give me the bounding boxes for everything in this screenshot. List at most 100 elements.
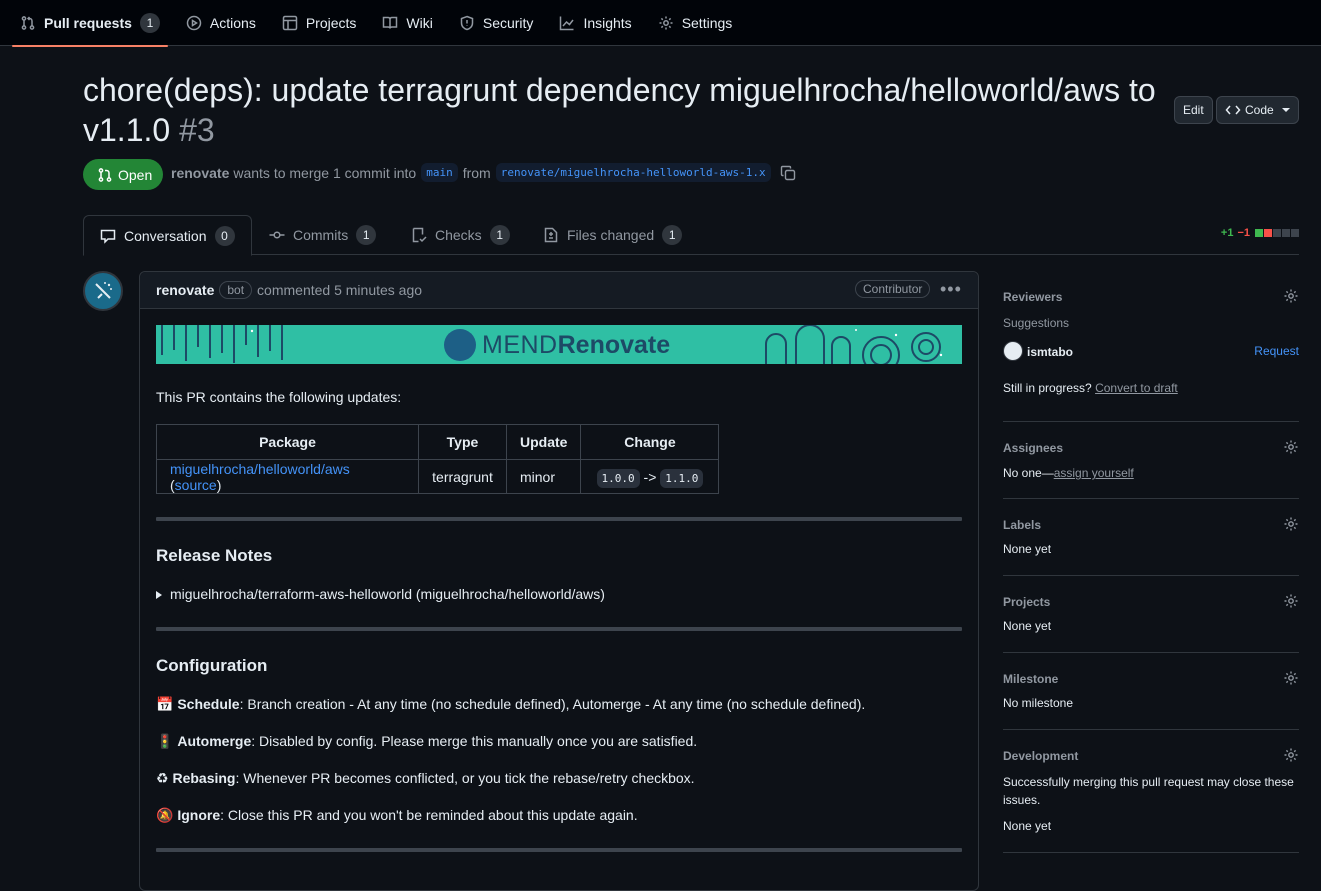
diffstat-removed: −1 — [1237, 227, 1250, 239]
tab-label: Files changed — [567, 227, 655, 243]
sidebar-heading[interactable]: Reviewers — [1003, 290, 1062, 304]
table-header: Package — [156, 424, 419, 460]
milestone-value: No milestone — [1003, 696, 1074, 710]
sidebar-development: Development Successfully merging this pu… — [1003, 747, 1299, 853]
projects-value: None yet — [1003, 619, 1052, 633]
assignees-value: No one—assign yourself — [1003, 466, 1134, 480]
sidebar-heading[interactable]: Projects — [1003, 595, 1050, 609]
code-button-label: Code — [1245, 103, 1274, 117]
repo-nav: Pull requests 1 Actions Projects Wiki Se… — [0, 0, 1321, 47]
gear-icon[interactable] — [1283, 288, 1299, 304]
change-cell: 1.0.0 -> 1.1.0 — [580, 459, 720, 494]
comment-intro: This PR contains the following updates: — [156, 389, 402, 405]
play-icon — [186, 15, 202, 30]
source-link[interactable]: source — [175, 477, 217, 493]
mend-renovate-logo: MEND Renovate — [444, 329, 670, 361]
sidebar-heading[interactable]: Development — [1003, 749, 1078, 763]
sidebar-heading[interactable]: Labels — [1003, 518, 1041, 532]
pr-author[interactable]: renovate — [171, 165, 229, 181]
divider — [156, 627, 962, 631]
sidebar-heading[interactable]: Milestone — [1003, 672, 1058, 686]
config-rebasing: ♻ Rebasing: Whenever PR becomes conflict… — [156, 770, 695, 787]
tab-conversation[interactable]: Conversation 0 — [83, 215, 252, 256]
tab-label: Commits — [293, 227, 349, 243]
tab-commits[interactable]: Commits 1 — [269, 215, 377, 255]
table-header: Type — [418, 424, 507, 460]
nav-counter: 1 — [139, 12, 160, 33]
edit-button[interactable]: Edit — [1174, 96, 1213, 124]
head-branch[interactable]: renovate/miguelhrocha-helloworld-aws-1.x — [495, 163, 771, 182]
comment-card: renovate bot commented 5 minutes ago Con… — [139, 271, 979, 891]
pr-title-text: chore(deps): update terragrunt dependenc… — [83, 72, 1156, 148]
assignees-text: No one— — [1003, 466, 1054, 480]
diffstat-block — [1282, 229, 1290, 237]
config-text: : Disabled by config. Please merge this … — [251, 733, 698, 749]
request-review-button[interactable]: Request — [1254, 344, 1299, 358]
pr-title: chore(deps): update terragrunt dependenc… — [83, 70, 1163, 150]
avatar[interactable] — [83, 271, 123, 311]
pr-meta: renovate wants to merge 1 commit into ma… — [171, 163, 796, 182]
sidebar-labels: Labels None yet — [1003, 516, 1299, 576]
sidebar-heading[interactable]: Assignees — [1003, 441, 1063, 455]
labels-value: None yet — [1003, 542, 1052, 556]
base-branch[interactable]: main — [421, 163, 458, 182]
graph-icon — [560, 16, 575, 30]
gear-icon[interactable] — [1283, 747, 1299, 763]
copy-icon[interactable] — [780, 165, 796, 181]
pull-request-icon — [98, 167, 112, 182]
development-text: Successfully merging this pull request m… — [1003, 775, 1294, 807]
config-key: Automerge — [177, 733, 252, 749]
kebab-horizontal-icon[interactable]: ••• — [940, 279, 962, 300]
triangle-right-icon — [156, 591, 162, 599]
release-notes-summary: miguelhrocha/terraform-aws-helloworld (m… — [170, 586, 605, 602]
nav-settings[interactable]: Settings — [650, 0, 741, 46]
calendar-icon: 📅 — [156, 696, 174, 712]
pr-tabs: Conversation 0 Commits 1 Checks 1 Files … — [83, 215, 1299, 256]
gear-icon[interactable] — [1283, 593, 1299, 609]
table-row: miguelhrocha/helloworld/aws (source) ter… — [156, 459, 720, 494]
gear-icon[interactable] — [1283, 439, 1299, 455]
release-notes-details[interactable]: miguelhrocha/terraform-aws-helloworld (m… — [156, 586, 605, 602]
tab-label: Checks — [435, 227, 482, 243]
code-button[interactable]: Code — [1216, 96, 1299, 124]
nav-actions[interactable]: Actions — [178, 0, 264, 46]
comment-timestamp[interactable]: commented 5 minutes ago — [257, 282, 422, 298]
convert-to-draft-link[interactable]: Convert to draft — [1095, 381, 1178, 395]
banner-renovate: Renovate — [557, 330, 671, 359]
suggested-reviewer[interactable]: ismtabo — [1027, 345, 1073, 359]
book-icon — [383, 16, 398, 29]
nav-projects[interactable]: Projects — [274, 0, 365, 46]
gear-icon[interactable] — [1283, 516, 1299, 532]
nav-label: Settings — [681, 14, 733, 31]
table-header: Change — [580, 424, 720, 460]
state-label: Open — [118, 166, 153, 183]
gear-icon[interactable] — [1283, 670, 1299, 686]
renovate-logo-icon — [95, 282, 112, 299]
diffstat-block — [1291, 229, 1299, 237]
draft-prefix: Still in progress? — [1003, 381, 1092, 395]
table-header: Update — [505, 424, 582, 460]
comment-author[interactable]: renovate — [156, 282, 214, 298]
nav-label: Projects — [305, 14, 357, 31]
divider — [156, 517, 962, 521]
shield-icon — [460, 15, 474, 30]
assign-yourself-link[interactable]: assign yourself — [1054, 466, 1134, 480]
nav-security[interactable]: Security — [451, 0, 542, 46]
merge-text: wants to merge 1 commit into — [233, 164, 417, 181]
nav-insights[interactable]: Insights — [551, 0, 639, 46]
renovate-logo-icon — [444, 329, 476, 361]
type-cell: terragrunt — [418, 459, 507, 494]
diffstat-block — [1255, 229, 1263, 237]
config-schedule: 📅 Schedule: Branch creation - At any tim… — [156, 696, 865, 713]
pr-number: #3 — [179, 112, 215, 148]
nav-wiki[interactable]: Wiki — [374, 0, 440, 46]
tab-files-changed[interactable]: Files changed 1 — [543, 215, 683, 255]
tab-checks[interactable]: Checks 1 — [411, 215, 510, 255]
nav-pull-requests[interactable]: Pull requests 1 — [12, 0, 168, 47]
table-icon — [282, 15, 298, 30]
package-link[interactable]: miguelhrocha/helloworld/aws — [170, 461, 350, 477]
tab-counter: 1 — [662, 225, 683, 245]
recycle-icon: ♻ — [156, 770, 169, 786]
code-icon — [1225, 105, 1241, 115]
diffstat: +1 −1 — [1221, 227, 1299, 239]
